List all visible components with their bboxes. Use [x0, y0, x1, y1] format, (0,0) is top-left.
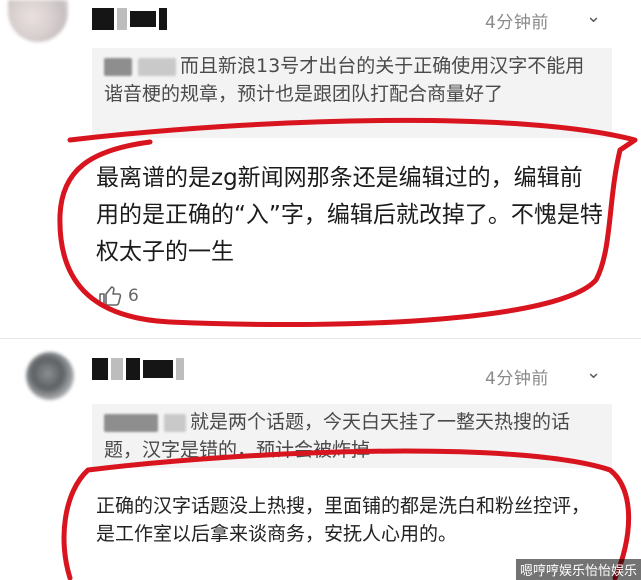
comment-body: 最离谱的是zg新闻网那条还是编辑过的，编辑前用的是正确的“入”字，编辑后就改掉了…	[96, 165, 603, 265]
commenter-name[interactable]	[92, 8, 167, 30]
quoted-username-blur	[164, 413, 187, 432]
divider	[0, 338, 641, 339]
quoted-username-blur	[138, 57, 177, 76]
chevron-down-icon[interactable]: ⌄	[586, 6, 601, 27]
comment-timestamp: 4分钟前	[485, 369, 549, 389]
like-button[interactable]: 6	[98, 285, 139, 307]
comment-body: 正确的汉字话题没上热搜，里面铺的都是洗白和粉丝控评，是工作室以后拿来谈商务，安抚…	[96, 495, 591, 545]
thumbs-up-icon	[99, 286, 122, 307]
quoted-text: 而且新浪13号才出台的关于正确使用汉字不能用谐音梗的规章，预计也是跟团队打配合商…	[104, 55, 585, 105]
like-count: 6	[128, 286, 139, 306]
watermark: 嗯哼哼娱乐怡怡娱乐	[516, 559, 641, 580]
commenter-avatar[interactable]	[8, 0, 68, 42]
quoted-reply[interactable]: 而且新浪13号才出台的关于正确使用汉字不能用谐音梗的规章，预计也是跟团队打配合商…	[92, 48, 612, 138]
quoted-reply[interactable]: 就是两个话题，今天白天挂了一整天热搜的话题，汉字是错的，预计会被炸掉	[92, 404, 612, 468]
quoted-username	[104, 413, 158, 432]
chevron-down-icon[interactable]: ⌄	[586, 362, 601, 383]
comment-timestamp: 4分钟前	[485, 13, 549, 33]
quoted-username	[104, 57, 132, 76]
commenter-name[interactable]	[92, 358, 184, 380]
commenter-avatar[interactable]	[26, 352, 74, 400]
